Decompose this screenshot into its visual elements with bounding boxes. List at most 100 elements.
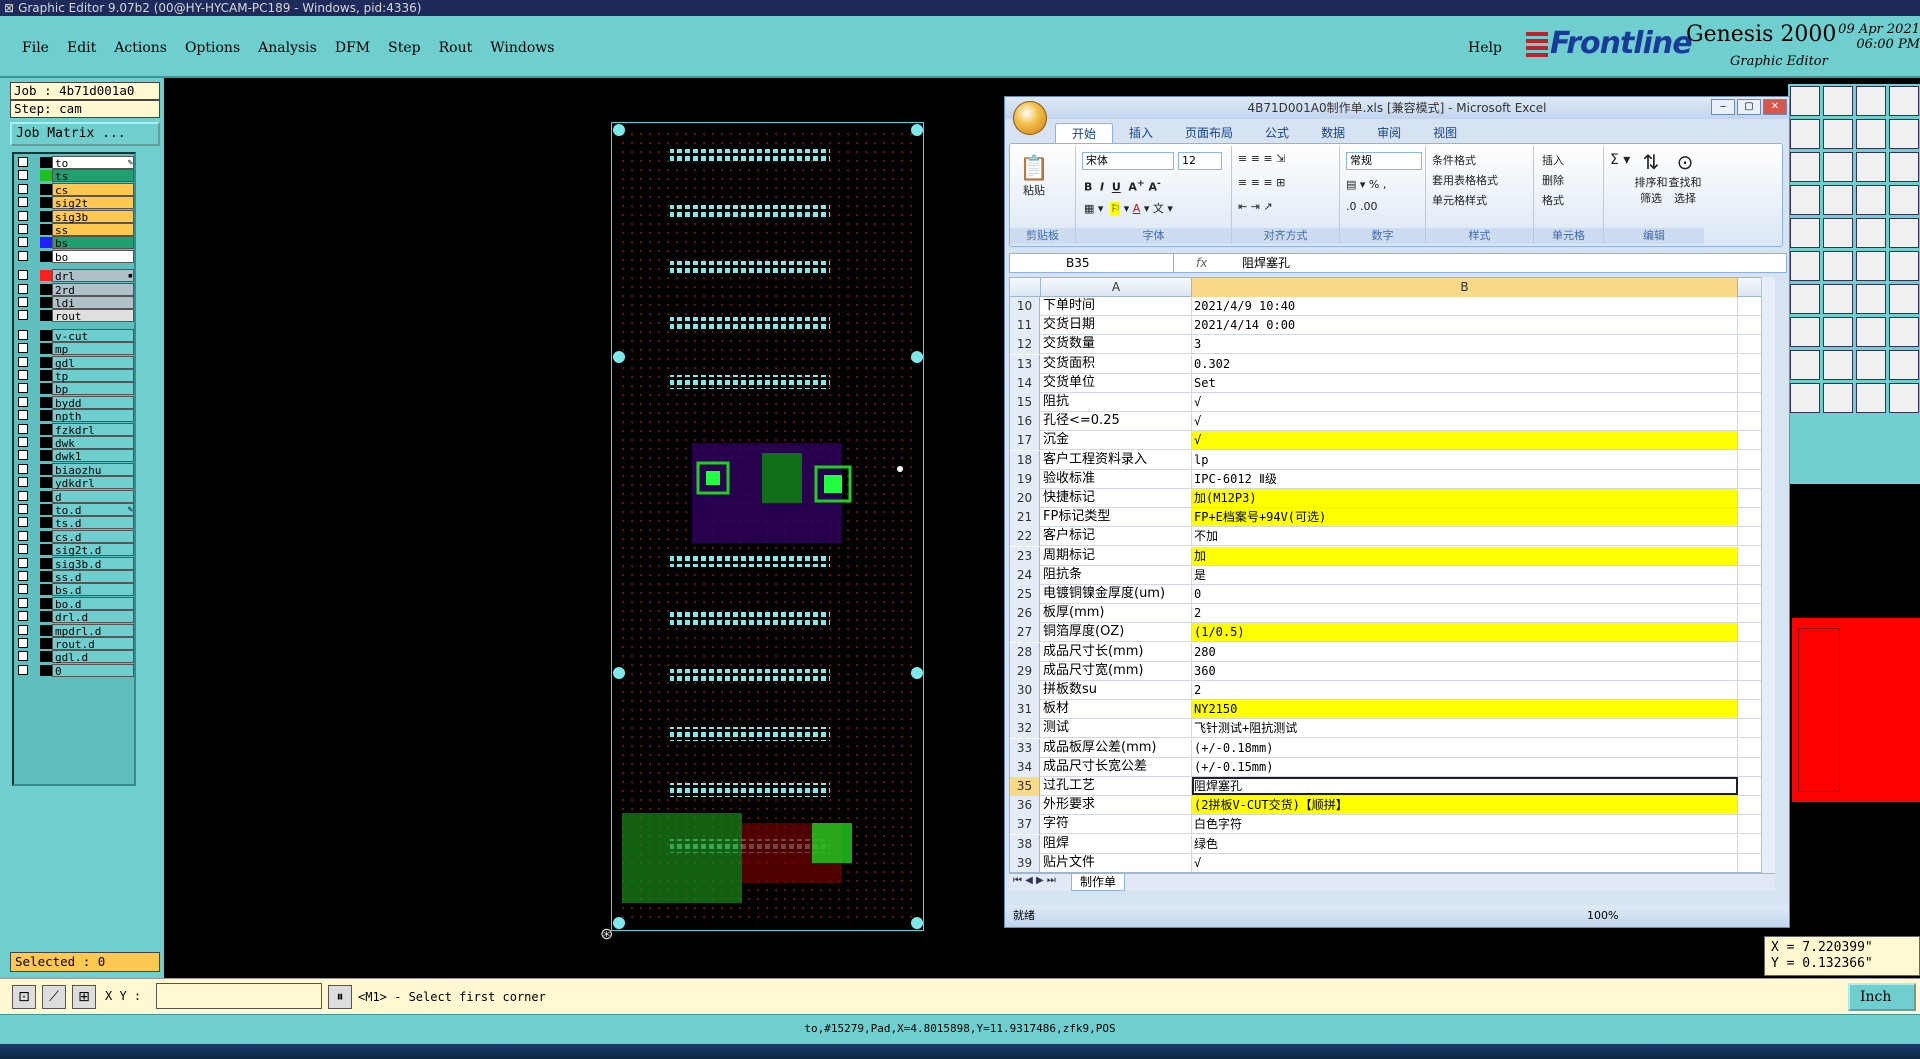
cell-b[interactable]: lp bbox=[1192, 450, 1738, 469]
layer-row[interactable]: biaozhu bbox=[16, 462, 134, 477]
menu-analysis[interactable]: Analysis bbox=[258, 40, 317, 56]
col-header-a[interactable]: A bbox=[1041, 278, 1192, 297]
tool-button[interactable] bbox=[1790, 350, 1820, 380]
cell-a[interactable]: 客户标记 bbox=[1041, 527, 1192, 546]
layer-checkbox[interactable] bbox=[18, 651, 28, 662]
cell-a[interactable]: 下单时间 bbox=[1041, 297, 1192, 315]
cell-b[interactable]: Set bbox=[1192, 373, 1738, 392]
name-box[interactable]: B35 bbox=[1010, 254, 1174, 272]
layer-checkbox[interactable] bbox=[18, 490, 28, 501]
menu-help[interactable]: Help bbox=[1468, 40, 1502, 56]
layer-row[interactable]: v-cut bbox=[16, 328, 134, 343]
tool-button[interactable] bbox=[1889, 284, 1919, 314]
tool-button[interactable] bbox=[1790, 152, 1820, 182]
snap-icon[interactable]: ⊡ bbox=[12, 985, 36, 1009]
row-number[interactable]: 24 bbox=[1010, 565, 1040, 585]
cell-b[interactable]: 280 bbox=[1192, 642, 1738, 661]
cell-b[interactable]: 不加 bbox=[1192, 527, 1738, 546]
tool-button[interactable] bbox=[1889, 185, 1919, 215]
cell-b[interactable]: 加(M12P3) bbox=[1192, 489, 1738, 507]
layer-row[interactable]: sig2t bbox=[16, 196, 134, 210]
tool-button[interactable] bbox=[1790, 383, 1820, 413]
layer-row[interactable]: 0 bbox=[16, 663, 134, 678]
cell-b[interactable]: 是 bbox=[1192, 565, 1738, 584]
layer-name[interactable]: mp bbox=[52, 342, 134, 356]
ribbon-tab[interactable]: 审阅 bbox=[1361, 123, 1417, 143]
layer-checkbox[interactable] bbox=[18, 157, 28, 167]
tool-button[interactable] bbox=[1856, 317, 1886, 347]
layer-name[interactable]: biaozhu bbox=[52, 462, 134, 477]
cell-b[interactable]: 加 bbox=[1192, 546, 1738, 565]
number-buttons[interactable]: ▤ ▾ % , bbox=[1346, 178, 1386, 191]
vertical-scrollbar[interactable] bbox=[1761, 277, 1775, 873]
cell-b[interactable]: (1/0.5) bbox=[1192, 623, 1738, 642]
cell-a[interactable]: 测试 bbox=[1041, 719, 1192, 738]
layer-name[interactable]: ss.d bbox=[52, 570, 134, 584]
layer-checkbox[interactable] bbox=[18, 170, 28, 181]
layer-checkbox[interactable] bbox=[18, 383, 28, 394]
layer-checkbox[interactable] bbox=[18, 370, 28, 380]
layer-checkbox[interactable] bbox=[18, 283, 28, 294]
layer-row[interactable]: cs bbox=[16, 182, 134, 197]
cell-style-button[interactable]: 单元格样式 bbox=[1432, 192, 1487, 208]
layer-checkbox[interactable] bbox=[18, 571, 28, 581]
cell-a[interactable]: 拼板数su bbox=[1041, 681, 1192, 699]
find-select-button[interactable]: ⊙ 查找和选择 bbox=[1668, 150, 1702, 206]
tool-button[interactable] bbox=[1823, 317, 1853, 347]
cell-a[interactable]: 成品尺寸长宽公差 bbox=[1041, 757, 1192, 776]
layer-row[interactable]: d bbox=[16, 489, 134, 504]
units-button[interactable]: Inch bbox=[1848, 983, 1916, 1011]
sum-icon[interactable]: Σ ▾ bbox=[1610, 152, 1630, 168]
cell-b[interactable]: √ bbox=[1192, 393, 1738, 411]
cell-a[interactable]: 孔径<=0.25 bbox=[1041, 412, 1192, 431]
layer-name[interactable]: ydkdrl bbox=[52, 476, 134, 490]
cell-b[interactable]: (+/-0.18mm) bbox=[1192, 738, 1738, 757]
tool-button[interactable] bbox=[1823, 119, 1853, 149]
layer-row[interactable]: mpdrl.d bbox=[16, 623, 134, 638]
tool-button[interactable] bbox=[1856, 383, 1886, 413]
layer-checkbox[interactable] bbox=[18, 356, 28, 367]
ribbon-tab[interactable]: 页面布局 bbox=[1169, 123, 1249, 143]
indent-buttons[interactable]: ⇤ ⇥ ↗ bbox=[1238, 200, 1273, 213]
row-number[interactable]: 20 bbox=[1010, 489, 1040, 508]
layer-name[interactable]: drl ▪ bbox=[52, 269, 134, 283]
fx-icon[interactable]: fx bbox=[1196, 254, 1207, 272]
layer-checkbox[interactable] bbox=[18, 250, 28, 261]
layer-name[interactable]: bs bbox=[52, 236, 134, 250]
cell-b[interactable]: 2021/4/9 10:40 bbox=[1192, 297, 1738, 315]
pcb-view[interactable] bbox=[611, 122, 924, 931]
layer-name[interactable]: fzkdrl bbox=[52, 422, 134, 437]
cell-b[interactable]: IPC-6012 Ⅱ级 bbox=[1192, 469, 1738, 488]
layer-row[interactable]: ts.d bbox=[16, 516, 134, 530]
paste-button[interactable]: 📋 粘贴 bbox=[1016, 154, 1052, 198]
row-number[interactable]: 35 bbox=[1010, 777, 1040, 796]
row-number[interactable]: 32 bbox=[1010, 719, 1040, 739]
menu-edit[interactable]: Edit bbox=[67, 40, 96, 56]
layer-checkbox[interactable] bbox=[18, 437, 28, 447]
layer-name[interactable]: mpdrl.d bbox=[52, 623, 134, 638]
row-number[interactable]: 26 bbox=[1010, 604, 1040, 624]
sheet-nav-icon[interactable]: ⏮ ◀ ▶ ⏭ bbox=[1013, 875, 1056, 886]
formula-input[interactable]: 阻焊塞孔 bbox=[1242, 254, 1290, 272]
layer-name[interactable]: bo bbox=[52, 249, 134, 264]
cell-a[interactable]: 沉金 bbox=[1041, 431, 1192, 450]
tool-button[interactable] bbox=[1823, 284, 1853, 314]
tool-button[interactable] bbox=[1823, 218, 1853, 248]
row-number[interactable]: 22 bbox=[1010, 527, 1040, 547]
ribbon-tab[interactable]: 公式 bbox=[1249, 123, 1305, 143]
cell-a[interactable]: 快捷标记 bbox=[1041, 489, 1192, 507]
layer-name[interactable]: gdl.d bbox=[52, 650, 134, 664]
cell-b[interactable]: NY2150 bbox=[1192, 700, 1738, 719]
cell-b[interactable]: 0.302 bbox=[1192, 354, 1738, 373]
tool-button[interactable] bbox=[1889, 317, 1919, 347]
menu-windows[interactable]: Windows bbox=[490, 40, 554, 56]
layer-checkbox[interactable] bbox=[18, 329, 28, 340]
cell-b[interactable]: 阻焊塞孔 bbox=[1192, 777, 1738, 795]
layer-name[interactable]: bydd bbox=[52, 395, 134, 410]
row-number[interactable]: 21 bbox=[1010, 508, 1040, 528]
layer-name[interactable]: to ✎ bbox=[52, 156, 134, 170]
layer-checkbox[interactable] bbox=[18, 450, 28, 461]
layer-checkbox[interactable] bbox=[18, 410, 28, 421]
row-number[interactable]: 25 bbox=[1010, 585, 1040, 604]
layer-row[interactable]: ydkdrl bbox=[16, 476, 134, 490]
